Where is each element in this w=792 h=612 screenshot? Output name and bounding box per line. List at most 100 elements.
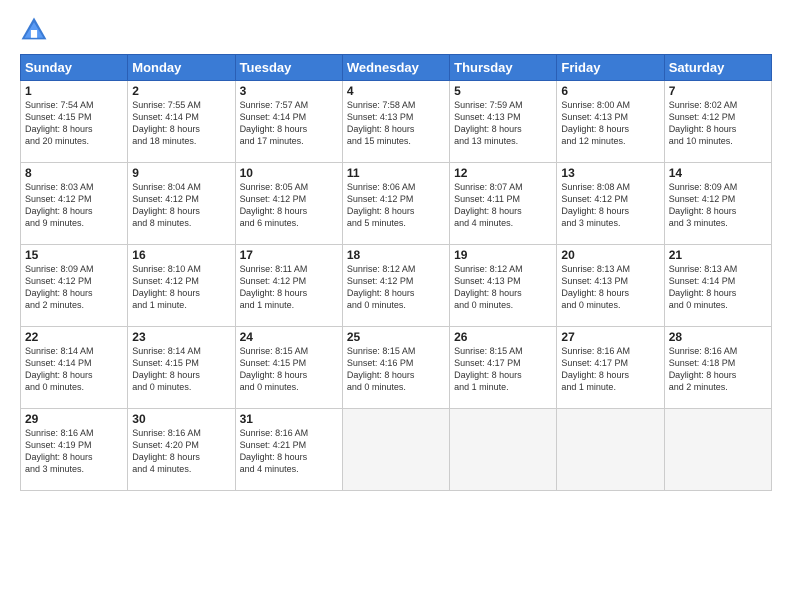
day-number: 9 (132, 166, 230, 180)
day-number: 12 (454, 166, 552, 180)
calendar-cell: 30Sunrise: 8:16 AM Sunset: 4:20 PM Dayli… (128, 409, 235, 491)
cell-info: Sunrise: 8:16 AM Sunset: 4:21 PM Dayligh… (240, 427, 338, 476)
calendar-cell: 19Sunrise: 8:12 AM Sunset: 4:13 PM Dayli… (450, 245, 557, 327)
calendar-cell: 27Sunrise: 8:16 AM Sunset: 4:17 PM Dayli… (557, 327, 664, 409)
weekday-tuesday: Tuesday (235, 55, 342, 81)
cell-info: Sunrise: 8:13 AM Sunset: 4:14 PM Dayligh… (669, 263, 767, 312)
calendar-cell (664, 409, 771, 491)
cell-info: Sunrise: 7:59 AM Sunset: 4:13 PM Dayligh… (454, 99, 552, 148)
weekday-monday: Monday (128, 55, 235, 81)
day-number: 18 (347, 248, 445, 262)
cell-info: Sunrise: 8:14 AM Sunset: 4:15 PM Dayligh… (132, 345, 230, 394)
weekday-header-row: SundayMondayTuesdayWednesdayThursdayFrid… (21, 55, 772, 81)
calendar-cell: 11Sunrise: 8:06 AM Sunset: 4:12 PM Dayli… (342, 163, 449, 245)
week-row-4: 22Sunrise: 8:14 AM Sunset: 4:14 PM Dayli… (21, 327, 772, 409)
cell-info: Sunrise: 8:16 AM Sunset: 4:19 PM Dayligh… (25, 427, 123, 476)
cell-info: Sunrise: 7:57 AM Sunset: 4:14 PM Dayligh… (240, 99, 338, 148)
day-number: 29 (25, 412, 123, 426)
logo (20, 16, 52, 44)
cell-info: Sunrise: 8:02 AM Sunset: 4:12 PM Dayligh… (669, 99, 767, 148)
weekday-thursday: Thursday (450, 55, 557, 81)
calendar-body: 1Sunrise: 7:54 AM Sunset: 4:15 PM Daylig… (21, 81, 772, 491)
calendar-cell: 7Sunrise: 8:02 AM Sunset: 4:12 PM Daylig… (664, 81, 771, 163)
calendar-cell: 15Sunrise: 8:09 AM Sunset: 4:12 PM Dayli… (21, 245, 128, 327)
cell-info: Sunrise: 8:08 AM Sunset: 4:12 PM Dayligh… (561, 181, 659, 230)
day-number: 25 (347, 330, 445, 344)
calendar-cell: 24Sunrise: 8:15 AM Sunset: 4:15 PM Dayli… (235, 327, 342, 409)
calendar-cell: 12Sunrise: 8:07 AM Sunset: 4:11 PM Dayli… (450, 163, 557, 245)
day-number: 8 (25, 166, 123, 180)
cell-info: Sunrise: 8:04 AM Sunset: 4:12 PM Dayligh… (132, 181, 230, 230)
day-number: 6 (561, 84, 659, 98)
day-number: 22 (25, 330, 123, 344)
calendar-cell: 14Sunrise: 8:09 AM Sunset: 4:12 PM Dayli… (664, 163, 771, 245)
calendar-cell: 2Sunrise: 7:55 AM Sunset: 4:14 PM Daylig… (128, 81, 235, 163)
day-number: 30 (132, 412, 230, 426)
day-number: 24 (240, 330, 338, 344)
week-row-1: 1Sunrise: 7:54 AM Sunset: 4:15 PM Daylig… (21, 81, 772, 163)
day-number: 16 (132, 248, 230, 262)
cell-info: Sunrise: 8:15 AM Sunset: 4:15 PM Dayligh… (240, 345, 338, 394)
week-row-2: 8Sunrise: 8:03 AM Sunset: 4:12 PM Daylig… (21, 163, 772, 245)
day-number: 4 (347, 84, 445, 98)
day-number: 10 (240, 166, 338, 180)
cell-info: Sunrise: 8:09 AM Sunset: 4:12 PM Dayligh… (669, 181, 767, 230)
calendar-cell: 6Sunrise: 8:00 AM Sunset: 4:13 PM Daylig… (557, 81, 664, 163)
day-number: 17 (240, 248, 338, 262)
day-number: 20 (561, 248, 659, 262)
calendar-cell (450, 409, 557, 491)
cell-info: Sunrise: 8:07 AM Sunset: 4:11 PM Dayligh… (454, 181, 552, 230)
calendar-cell: 4Sunrise: 7:58 AM Sunset: 4:13 PM Daylig… (342, 81, 449, 163)
cell-info: Sunrise: 8:00 AM Sunset: 4:13 PM Dayligh… (561, 99, 659, 148)
logo-icon (20, 16, 48, 44)
day-number: 19 (454, 248, 552, 262)
cell-info: Sunrise: 8:03 AM Sunset: 4:12 PM Dayligh… (25, 181, 123, 230)
day-number: 3 (240, 84, 338, 98)
day-number: 2 (132, 84, 230, 98)
calendar-table: SundayMondayTuesdayWednesdayThursdayFrid… (20, 54, 772, 491)
cell-info: Sunrise: 8:05 AM Sunset: 4:12 PM Dayligh… (240, 181, 338, 230)
day-number: 21 (669, 248, 767, 262)
calendar-cell: 5Sunrise: 7:59 AM Sunset: 4:13 PM Daylig… (450, 81, 557, 163)
cell-info: Sunrise: 8:15 AM Sunset: 4:17 PM Dayligh… (454, 345, 552, 394)
day-number: 1 (25, 84, 123, 98)
cell-info: Sunrise: 8:13 AM Sunset: 4:13 PM Dayligh… (561, 263, 659, 312)
page: SundayMondayTuesdayWednesdayThursdayFrid… (0, 0, 792, 501)
calendar-cell: 9Sunrise: 8:04 AM Sunset: 4:12 PM Daylig… (128, 163, 235, 245)
weekday-friday: Friday (557, 55, 664, 81)
calendar-cell: 29Sunrise: 8:16 AM Sunset: 4:19 PM Dayli… (21, 409, 128, 491)
cell-info: Sunrise: 8:11 AM Sunset: 4:12 PM Dayligh… (240, 263, 338, 312)
day-number: 27 (561, 330, 659, 344)
calendar-cell: 17Sunrise: 8:11 AM Sunset: 4:12 PM Dayli… (235, 245, 342, 327)
cell-info: Sunrise: 8:15 AM Sunset: 4:16 PM Dayligh… (347, 345, 445, 394)
weekday-sunday: Sunday (21, 55, 128, 81)
cell-info: Sunrise: 8:14 AM Sunset: 4:14 PM Dayligh… (25, 345, 123, 394)
calendar-cell: 31Sunrise: 8:16 AM Sunset: 4:21 PM Dayli… (235, 409, 342, 491)
day-number: 14 (669, 166, 767, 180)
calendar-cell: 20Sunrise: 8:13 AM Sunset: 4:13 PM Dayli… (557, 245, 664, 327)
day-number: 5 (454, 84, 552, 98)
cell-info: Sunrise: 7:54 AM Sunset: 4:15 PM Dayligh… (25, 99, 123, 148)
calendar-cell: 26Sunrise: 8:15 AM Sunset: 4:17 PM Dayli… (450, 327, 557, 409)
cell-info: Sunrise: 8:10 AM Sunset: 4:12 PM Dayligh… (132, 263, 230, 312)
cell-info: Sunrise: 8:06 AM Sunset: 4:12 PM Dayligh… (347, 181, 445, 230)
weekday-wednesday: Wednesday (342, 55, 449, 81)
cell-info: Sunrise: 8:16 AM Sunset: 4:18 PM Dayligh… (669, 345, 767, 394)
cell-info: Sunrise: 8:09 AM Sunset: 4:12 PM Dayligh… (25, 263, 123, 312)
week-row-5: 29Sunrise: 8:16 AM Sunset: 4:19 PM Dayli… (21, 409, 772, 491)
calendar-cell: 16Sunrise: 8:10 AM Sunset: 4:12 PM Dayli… (128, 245, 235, 327)
calendar-cell: 18Sunrise: 8:12 AM Sunset: 4:12 PM Dayli… (342, 245, 449, 327)
header (20, 16, 772, 44)
calendar-cell: 28Sunrise: 8:16 AM Sunset: 4:18 PM Dayli… (664, 327, 771, 409)
cell-info: Sunrise: 8:16 AM Sunset: 4:20 PM Dayligh… (132, 427, 230, 476)
day-number: 31 (240, 412, 338, 426)
day-number: 28 (669, 330, 767, 344)
calendar-cell: 10Sunrise: 8:05 AM Sunset: 4:12 PM Dayli… (235, 163, 342, 245)
cell-info: Sunrise: 7:58 AM Sunset: 4:13 PM Dayligh… (347, 99, 445, 148)
calendar-cell: 8Sunrise: 8:03 AM Sunset: 4:12 PM Daylig… (21, 163, 128, 245)
cell-info: Sunrise: 8:12 AM Sunset: 4:13 PM Dayligh… (454, 263, 552, 312)
calendar-cell: 13Sunrise: 8:08 AM Sunset: 4:12 PM Dayli… (557, 163, 664, 245)
day-number: 23 (132, 330, 230, 344)
calendar-cell: 1Sunrise: 7:54 AM Sunset: 4:15 PM Daylig… (21, 81, 128, 163)
weekday-saturday: Saturday (664, 55, 771, 81)
